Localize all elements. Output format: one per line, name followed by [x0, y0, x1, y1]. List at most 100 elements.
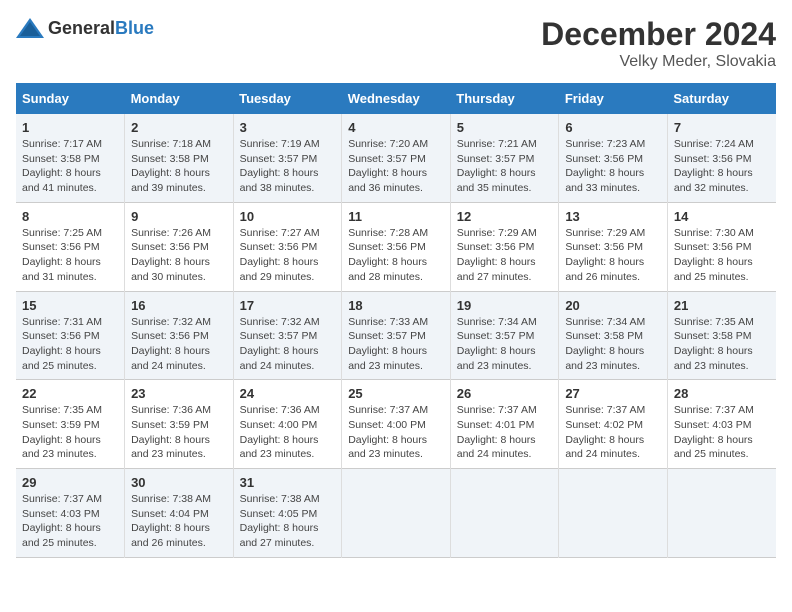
col-tuesday: Tuesday [233, 83, 342, 114]
day-number: 1 [22, 120, 118, 135]
logo-general: General [48, 18, 115, 38]
day-info: Sunrise: 7:24 AM Sunset: 3:56 PM Dayligh… [674, 137, 770, 196]
day-number: 29 [22, 475, 118, 490]
day-info: Sunrise: 7:38 AM Sunset: 4:04 PM Dayligh… [131, 492, 227, 551]
day-number: 5 [457, 120, 553, 135]
calendar-table: Sunday Monday Tuesday Wednesday Thursday… [16, 83, 776, 558]
calendar-cell: 21 Sunrise: 7:35 AM Sunset: 3:58 PM Dayl… [667, 291, 776, 380]
day-info: Sunrise: 7:31 AM Sunset: 3:56 PM Dayligh… [22, 315, 118, 374]
calendar-cell: 4 Sunrise: 7:20 AM Sunset: 3:57 PM Dayli… [342, 114, 451, 202]
calendar-row: 1 Sunrise: 7:17 AM Sunset: 3:58 PM Dayli… [16, 114, 776, 202]
calendar-cell [667, 469, 776, 558]
day-number: 18 [348, 298, 444, 313]
day-info: Sunrise: 7:26 AM Sunset: 3:56 PM Dayligh… [131, 226, 227, 285]
day-info: Sunrise: 7:25 AM Sunset: 3:56 PM Dayligh… [22, 226, 118, 285]
calendar-row: 22 Sunrise: 7:35 AM Sunset: 3:59 PM Dayl… [16, 380, 776, 469]
day-number: 27 [565, 386, 661, 401]
day-number: 7 [674, 120, 770, 135]
calendar-row: 15 Sunrise: 7:31 AM Sunset: 3:56 PM Dayl… [16, 291, 776, 380]
calendar-cell: 14 Sunrise: 7:30 AM Sunset: 3:56 PM Dayl… [667, 202, 776, 291]
day-info: Sunrise: 7:34 AM Sunset: 3:58 PM Dayligh… [565, 315, 661, 374]
calendar-cell: 6 Sunrise: 7:23 AM Sunset: 3:56 PM Dayli… [559, 114, 668, 202]
col-sunday: Sunday [16, 83, 125, 114]
calendar-cell: 12 Sunrise: 7:29 AM Sunset: 3:56 PM Dayl… [450, 202, 559, 291]
calendar-cell [450, 469, 559, 558]
day-number: 6 [565, 120, 661, 135]
day-info: Sunrise: 7:28 AM Sunset: 3:56 PM Dayligh… [348, 226, 444, 285]
calendar-cell: 18 Sunrise: 7:33 AM Sunset: 3:57 PM Dayl… [342, 291, 451, 380]
header-row: Sunday Monday Tuesday Wednesday Thursday… [16, 83, 776, 114]
calendar-cell: 9 Sunrise: 7:26 AM Sunset: 3:56 PM Dayli… [125, 202, 234, 291]
day-number: 21 [674, 298, 770, 313]
calendar-cell: 22 Sunrise: 7:35 AM Sunset: 3:59 PM Dayl… [16, 380, 125, 469]
calendar-cell: 3 Sunrise: 7:19 AM Sunset: 3:57 PM Dayli… [233, 114, 342, 202]
calendar-cell: 29 Sunrise: 7:37 AM Sunset: 4:03 PM Dayl… [16, 469, 125, 558]
day-number: 20 [565, 298, 661, 313]
day-number: 26 [457, 386, 553, 401]
col-saturday: Saturday [667, 83, 776, 114]
calendar-cell: 13 Sunrise: 7:29 AM Sunset: 3:56 PM Dayl… [559, 202, 668, 291]
day-number: 2 [131, 120, 227, 135]
col-monday: Monday [125, 83, 234, 114]
day-number: 31 [240, 475, 336, 490]
day-number: 17 [240, 298, 336, 313]
calendar-cell: 20 Sunrise: 7:34 AM Sunset: 3:58 PM Dayl… [559, 291, 668, 380]
day-info: Sunrise: 7:37 AM Sunset: 4:03 PM Dayligh… [674, 403, 770, 462]
logo: GeneralBlue [16, 16, 154, 40]
day-info: Sunrise: 7:35 AM Sunset: 3:58 PM Dayligh… [674, 315, 770, 374]
day-number: 9 [131, 209, 227, 224]
day-number: 12 [457, 209, 553, 224]
day-info: Sunrise: 7:20 AM Sunset: 3:57 PM Dayligh… [348, 137, 444, 196]
calendar-cell: 30 Sunrise: 7:38 AM Sunset: 4:04 PM Dayl… [125, 469, 234, 558]
calendar-body: 1 Sunrise: 7:17 AM Sunset: 3:58 PM Dayli… [16, 114, 776, 557]
day-number: 19 [457, 298, 553, 313]
calendar-cell: 26 Sunrise: 7:37 AM Sunset: 4:01 PM Dayl… [450, 380, 559, 469]
day-info: Sunrise: 7:38 AM Sunset: 4:05 PM Dayligh… [240, 492, 336, 551]
day-number: 13 [565, 209, 661, 224]
col-thursday: Thursday [450, 83, 559, 114]
calendar-row: 29 Sunrise: 7:37 AM Sunset: 4:03 PM Dayl… [16, 469, 776, 558]
calendar-cell: 8 Sunrise: 7:25 AM Sunset: 3:56 PM Dayli… [16, 202, 125, 291]
day-info: Sunrise: 7:32 AM Sunset: 3:56 PM Dayligh… [131, 315, 227, 374]
day-number: 10 [240, 209, 336, 224]
calendar-cell: 1 Sunrise: 7:17 AM Sunset: 3:58 PM Dayli… [16, 114, 125, 202]
calendar-cell: 5 Sunrise: 7:21 AM Sunset: 3:57 PM Dayli… [450, 114, 559, 202]
day-info: Sunrise: 7:23 AM Sunset: 3:56 PM Dayligh… [565, 137, 661, 196]
day-info: Sunrise: 7:37 AM Sunset: 4:02 PM Dayligh… [565, 403, 661, 462]
day-info: Sunrise: 7:35 AM Sunset: 3:59 PM Dayligh… [22, 403, 118, 462]
day-info: Sunrise: 7:17 AM Sunset: 3:58 PM Dayligh… [22, 137, 118, 196]
day-info: Sunrise: 7:37 AM Sunset: 4:03 PM Dayligh… [22, 492, 118, 551]
day-number: 3 [240, 120, 336, 135]
day-info: Sunrise: 7:18 AM Sunset: 3:58 PM Dayligh… [131, 137, 227, 196]
day-info: Sunrise: 7:30 AM Sunset: 3:56 PM Dayligh… [674, 226, 770, 285]
calendar-cell: 25 Sunrise: 7:37 AM Sunset: 4:00 PM Dayl… [342, 380, 451, 469]
calendar-cell: 10 Sunrise: 7:27 AM Sunset: 3:56 PM Dayl… [233, 202, 342, 291]
day-info: Sunrise: 7:37 AM Sunset: 4:00 PM Dayligh… [348, 403, 444, 462]
logo-icon [16, 16, 44, 40]
day-info: Sunrise: 7:19 AM Sunset: 3:57 PM Dayligh… [240, 137, 336, 196]
calendar-row: 8 Sunrise: 7:25 AM Sunset: 3:56 PM Dayli… [16, 202, 776, 291]
calendar-cell [342, 469, 451, 558]
day-info: Sunrise: 7:36 AM Sunset: 4:00 PM Dayligh… [240, 403, 336, 462]
day-info: Sunrise: 7:21 AM Sunset: 3:57 PM Dayligh… [457, 137, 553, 196]
month-title: December 2024 [541, 16, 776, 53]
calendar-cell: 19 Sunrise: 7:34 AM Sunset: 3:57 PM Dayl… [450, 291, 559, 380]
day-number: 22 [22, 386, 118, 401]
calendar-cell: 31 Sunrise: 7:38 AM Sunset: 4:05 PM Dayl… [233, 469, 342, 558]
calendar-cell: 16 Sunrise: 7:32 AM Sunset: 3:56 PM Dayl… [125, 291, 234, 380]
day-number: 15 [22, 298, 118, 313]
day-number: 4 [348, 120, 444, 135]
day-info: Sunrise: 7:27 AM Sunset: 3:56 PM Dayligh… [240, 226, 336, 285]
day-info: Sunrise: 7:37 AM Sunset: 4:01 PM Dayligh… [457, 403, 553, 462]
day-info: Sunrise: 7:36 AM Sunset: 3:59 PM Dayligh… [131, 403, 227, 462]
calendar-cell: 15 Sunrise: 7:31 AM Sunset: 3:56 PM Dayl… [16, 291, 125, 380]
calendar-cell: 17 Sunrise: 7:32 AM Sunset: 3:57 PM Dayl… [233, 291, 342, 380]
calendar-cell: 7 Sunrise: 7:24 AM Sunset: 3:56 PM Dayli… [667, 114, 776, 202]
day-number: 30 [131, 475, 227, 490]
calendar-cell: 24 Sunrise: 7:36 AM Sunset: 4:00 PM Dayl… [233, 380, 342, 469]
day-info: Sunrise: 7:34 AM Sunset: 3:57 PM Dayligh… [457, 315, 553, 374]
calendar-cell: 11 Sunrise: 7:28 AM Sunset: 3:56 PM Dayl… [342, 202, 451, 291]
calendar-cell: 2 Sunrise: 7:18 AM Sunset: 3:58 PM Dayli… [125, 114, 234, 202]
logo-blue: Blue [115, 18, 154, 38]
day-number: 16 [131, 298, 227, 313]
